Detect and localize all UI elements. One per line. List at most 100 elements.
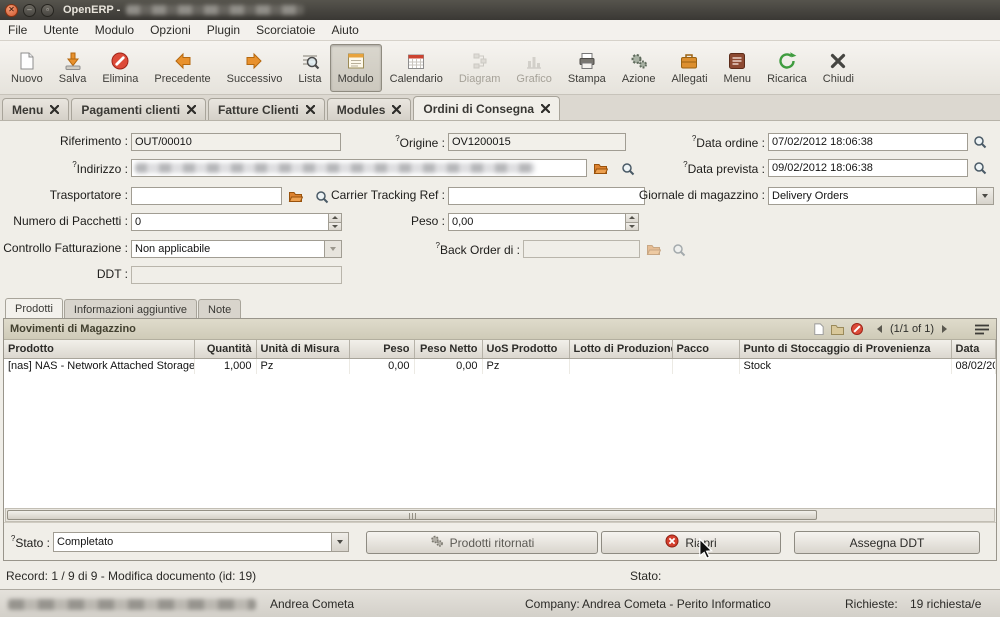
pagination-next-icon[interactable] — [942, 325, 947, 333]
menu-file[interactable]: File — [0, 21, 35, 39]
column-header[interactable]: Prodotto — [4, 340, 194, 358]
close-button[interactable]: Chiudi — [815, 44, 862, 92]
numero-pacchetti-field[interactable]: 0 — [131, 213, 342, 231]
open-resource-folder-icon[interactable] — [591, 159, 609, 176]
stato-label: ?Stato : — [10, 534, 50, 550]
trasportatore-field[interactable] — [131, 187, 282, 205]
switch-view-icon[interactable] — [974, 323, 990, 336]
cancel-circle-icon — [665, 534, 679, 551]
giornale-dropdown[interactable]: Delivery Orders — [768, 187, 994, 205]
date-picker-icon[interactable] — [971, 133, 989, 150]
reopen-button[interactable]: Riapri — [601, 531, 781, 554]
back-order-label: ?Back Order di : — [428, 241, 520, 257]
column-header[interactable]: Unità di Misura — [256, 340, 349, 358]
company-label: Company: — [525, 597, 580, 611]
delete-button[interactable]: Elimina — [94, 44, 146, 92]
form-view-button[interactable]: Modulo — [330, 44, 382, 92]
back-order-field — [523, 240, 640, 258]
column-header[interactable]: Pacco — [672, 340, 739, 358]
column-header[interactable]: Quantità — [194, 340, 256, 358]
riferimento-field[interactable]: OUT/00010 — [131, 133, 341, 151]
action-button[interactable]: Azione — [614, 44, 664, 92]
pagination-prev-icon[interactable] — [877, 325, 882, 333]
spinner-buttons[interactable] — [328, 214, 341, 230]
column-header[interactable]: UoS Prodotto — [482, 340, 569, 358]
previous-button[interactable]: Precedente — [146, 44, 218, 92]
peso-field[interactable]: 0,00 — [448, 213, 639, 231]
arrow-left-icon — [173, 51, 193, 71]
menu-icon — [727, 51, 747, 71]
form-icon — [346, 51, 366, 71]
new-button[interactable]: Nuovo — [3, 44, 51, 92]
riferimento-label: Riferimento : — [0, 134, 128, 148]
column-header[interactable]: Data — [951, 340, 996, 358]
data-prevista-field[interactable]: 09/02/2012 18:06:38 — [768, 159, 968, 177]
tab-pagamenti-clienti[interactable]: Pagamenti clienti — [71, 98, 206, 120]
indirizzo-field[interactable] — [131, 159, 587, 177]
data-ordine-field[interactable]: 07/02/2012 18:06:38 — [768, 133, 968, 151]
returned-products-button[interactable]: Prodotti ritornati — [366, 531, 598, 554]
tab-informazioni-aggiuntive[interactable]: Informazioni aggiuntive — [64, 299, 197, 319]
attachments-button[interactable]: Allegati — [663, 44, 715, 92]
search-icon — [670, 241, 688, 258]
tab-menu[interactable]: Menu — [2, 98, 69, 120]
peso-label: Peso : — [400, 214, 445, 228]
column-header[interactable]: Lotto di Produzione — [569, 340, 672, 358]
scrollbar-thumb[interactable] — [7, 510, 817, 520]
spinner-buttons[interactable] — [625, 214, 638, 230]
assign-ddt-button[interactable]: Assegna DDT — [794, 531, 980, 554]
title-bar[interactable]: ✕ – ▫ OpenERP - — [0, 0, 1000, 20]
tab-prodotti[interactable]: Prodotti — [5, 298, 63, 319]
tab-modules[interactable]: Modules — [327, 98, 412, 120]
tab-ordini-di-consegna[interactable]: Ordini di Consegna — [413, 96, 560, 120]
stato-dropdown[interactable]: Completato — [53, 532, 349, 552]
open-resource-folder-icon[interactable] — [286, 187, 304, 204]
column-header[interactable]: Punto di Stoccaggio di Provenienza — [739, 340, 951, 358]
search-address-icon[interactable] — [619, 160, 637, 177]
redacted-address-text — [135, 163, 535, 173]
tab-close-icon[interactable] — [541, 102, 550, 116]
menu-utente[interactable]: Utente — [35, 21, 86, 39]
menu-aiuto[interactable]: Aiuto — [323, 21, 366, 39]
chevron-down-icon[interactable] — [976, 188, 993, 204]
delete-record-icon[interactable] — [850, 322, 864, 336]
horizontal-scrollbar[interactable] — [5, 508, 995, 522]
bar-chart-icon — [524, 51, 544, 71]
delete-icon — [110, 51, 130, 71]
window-minimize-button[interactable]: – — [23, 4, 36, 17]
open-record-icon[interactable] — [830, 322, 845, 336]
menu-modulo[interactable]: Modulo — [87, 21, 142, 39]
window-maximize-button[interactable]: ▫ — [41, 4, 54, 17]
requests-label[interactable]: Richieste: — [845, 597, 898, 611]
menu-opzioni[interactable]: Opzioni — [142, 21, 199, 39]
carrier-ref-field[interactable] — [448, 187, 645, 205]
tab-note[interactable]: Note — [198, 299, 241, 319]
table-row[interactable]: [nas] NAS - Network Attached Storage 1,0… — [4, 358, 996, 374]
menu-scorciatoie[interactable]: Scorciatoie — [248, 21, 323, 39]
new-record-icon[interactable] — [812, 322, 825, 336]
tab-close-icon[interactable] — [392, 103, 401, 117]
date-picker-icon[interactable] — [971, 159, 989, 176]
next-button[interactable]: Successivo — [219, 44, 291, 92]
tab-fatture-clienti[interactable]: Fatture Clienti — [208, 98, 325, 120]
list-view-button[interactable]: Lista — [290, 44, 329, 92]
tab-close-icon[interactable] — [50, 103, 59, 117]
calendar-view-button[interactable]: Calendario — [382, 44, 451, 92]
window-close-button[interactable]: ✕ — [5, 4, 18, 17]
attachment-icon — [679, 51, 699, 71]
chevron-down-icon — [324, 241, 341, 257]
tab-close-icon[interactable] — [187, 103, 196, 117]
reload-button[interactable]: Ricarica — [759, 44, 815, 92]
menu-plugin[interactable]: Plugin — [199, 21, 248, 39]
requests-count-text[interactable]: 19 richiesta/e — [910, 597, 981, 611]
window-title: OpenERP - — [63, 4, 120, 16]
column-header[interactable]: Peso Netto — [414, 340, 482, 358]
origine-field[interactable]: OV1200015 — [448, 133, 626, 151]
column-header[interactable]: Peso — [349, 340, 414, 358]
print-button[interactable]: Stampa — [560, 44, 614, 92]
menu-button[interactable]: Menu — [716, 44, 760, 92]
save-button[interactable]: Salva — [51, 44, 95, 92]
chevron-down-icon[interactable] — [331, 533, 348, 551]
tab-close-icon[interactable] — [306, 103, 315, 117]
controllo-fatturazione-dropdown[interactable]: Non applicabile — [131, 240, 342, 258]
